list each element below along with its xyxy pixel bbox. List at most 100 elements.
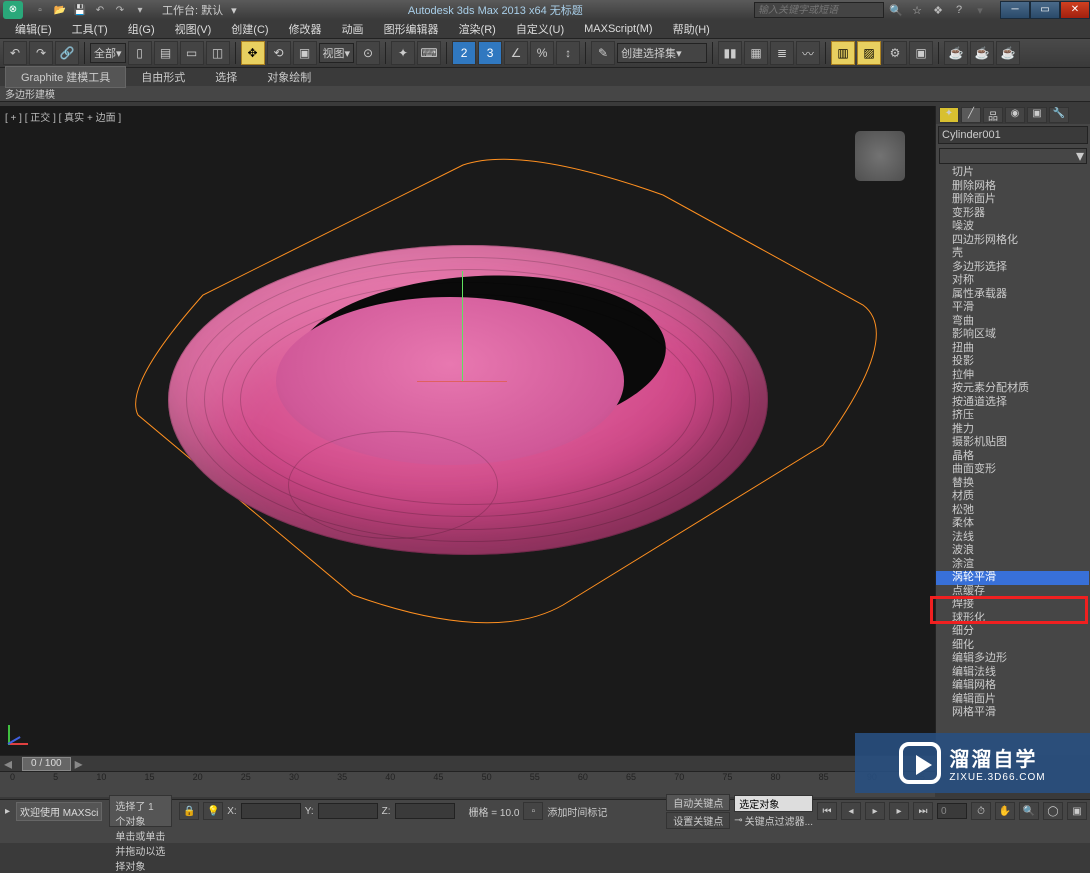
render-setup-button[interactable]: ⚙ bbox=[883, 41, 907, 65]
angle-snap-button[interactable]: ∠ bbox=[504, 41, 528, 65]
mirror-button[interactable]: ▮▮ bbox=[718, 41, 742, 65]
modifier-item[interactable]: 对称 bbox=[936, 274, 1089, 288]
modifier-item[interactable]: 摄影机贴图 bbox=[936, 436, 1089, 450]
zoom-icon[interactable]: 🔍 bbox=[1019, 802, 1039, 820]
viewport-label[interactable]: [ + ] [ 正交 ] [ 真实 + 边面 ] bbox=[5, 109, 121, 124]
qat-dropdown-icon[interactable]: ▾ bbox=[131, 2, 149, 18]
menu-animation[interactable]: 动画 bbox=[332, 21, 374, 37]
menu-rendering[interactable]: 渲染(R) bbox=[449, 21, 506, 37]
named-sel-edit-button[interactable]: ✎ bbox=[591, 41, 615, 65]
time-slider[interactable]: ◂ 0 / 100 ▸ bbox=[0, 755, 935, 771]
ribbon-tab-objectpaint[interactable]: 对象绘制 bbox=[252, 67, 326, 87]
workspace-label[interactable]: 工作台: 默认 bbox=[162, 2, 223, 18]
gizmo-y-axis[interactable] bbox=[462, 271, 463, 381]
time-config-icon[interactable]: ⏱ bbox=[971, 802, 991, 820]
close-button[interactable]: ✕ bbox=[1060, 1, 1090, 19]
menu-customize[interactable]: 自定义(U) bbox=[506, 21, 574, 37]
modifier-item[interactable]: 扭曲 bbox=[936, 342, 1089, 356]
track-bar[interactable]: 05101520253035404550556065707580859095 bbox=[0, 771, 935, 797]
x-coord-input[interactable] bbox=[241, 803, 301, 819]
modifier-item[interactable]: 替换 bbox=[936, 477, 1089, 491]
redo-button[interactable]: ↷ bbox=[29, 41, 53, 65]
render-button[interactable]: ☕ bbox=[996, 41, 1020, 65]
addtime-icon[interactable]: ▫ bbox=[523, 802, 543, 820]
modifier-item[interactable]: 晶格 bbox=[936, 450, 1089, 464]
undo-icon[interactable]: ↶ bbox=[91, 2, 109, 18]
y-coord-input[interactable] bbox=[318, 803, 378, 819]
key-icon[interactable]: ⊸ bbox=[734, 815, 742, 826]
isolate-icon[interactable]: 💡 bbox=[203, 802, 223, 820]
modifier-item[interactable]: 编辑面片 bbox=[936, 693, 1089, 707]
menu-edit[interactable]: 编辑(E) bbox=[5, 21, 62, 37]
menu-tools[interactable]: 工具(T) bbox=[62, 21, 118, 37]
modifier-item[interactable]: 多边形选择 bbox=[936, 261, 1089, 275]
modifier-item[interactable]: 拉伸 bbox=[936, 369, 1089, 383]
ribbon-tab-graphite[interactable]: Graphite 建模工具 bbox=[5, 66, 126, 88]
viewport[interactable]: [ + ] [ 正交 ] [ 真实 + 边面 ] bbox=[0, 106, 935, 755]
maximize-viewport-icon[interactable]: ▣ bbox=[1067, 802, 1087, 820]
render-production-button[interactable]: ☕ bbox=[944, 41, 968, 65]
modifier-item[interactable]: 切片 bbox=[936, 166, 1089, 180]
modifier-item[interactable]: 四边形网格化 bbox=[936, 234, 1089, 248]
modifier-item[interactable]: 按通道选择 bbox=[936, 396, 1089, 410]
help-icon[interactable]: ? bbox=[950, 2, 968, 18]
addtime-label[interactable]: 添加时间标记 bbox=[547, 804, 607, 819]
goto-start-icon[interactable]: ⏮ bbox=[817, 802, 837, 820]
named-selection-set[interactable]: 创建选择集 ▾ bbox=[617, 43, 707, 63]
schematic-view-button[interactable]: ▥ bbox=[831, 41, 855, 65]
modifier-item[interactable]: 弯曲 bbox=[936, 315, 1089, 329]
menu-help[interactable]: 帮助(H) bbox=[663, 21, 720, 37]
search-input[interactable] bbox=[754, 2, 884, 18]
modifier-item[interactable]: 涡轮平滑 bbox=[936, 571, 1089, 585]
utilities-tab-icon[interactable]: 🔧 bbox=[1049, 107, 1069, 123]
select-move-button[interactable]: ✥ bbox=[241, 41, 265, 65]
script-toggle-icon[interactable]: ▸ bbox=[5, 806, 10, 817]
modifier-item[interactable]: 推力 bbox=[936, 423, 1089, 437]
select-button[interactable]: ▯ bbox=[128, 41, 152, 65]
modifier-item[interactable]: 属性承载器 bbox=[936, 288, 1089, 302]
menu-create[interactable]: 创建(C) bbox=[221, 21, 278, 37]
menu-grapheditors[interactable]: 图形编辑器 bbox=[374, 21, 449, 37]
modifier-item[interactable]: 投影 bbox=[936, 355, 1089, 369]
modifier-item[interactable]: 法线 bbox=[936, 531, 1089, 545]
window-crossing-button[interactable]: ◫ bbox=[206, 41, 230, 65]
time-slider-thumb[interactable]: 0 / 100 bbox=[22, 757, 71, 771]
ribbon-tab-freeform[interactable]: 自由形式 bbox=[126, 67, 200, 87]
autokey-button[interactable]: 自动关键点 bbox=[666, 794, 730, 811]
link-button[interactable]: 🔗 bbox=[55, 41, 79, 65]
comm-icon[interactable]: ❖ bbox=[929, 2, 947, 18]
modifier-item[interactable]: 编辑法线 bbox=[936, 666, 1089, 680]
modifier-item[interactable]: 松弛 bbox=[936, 504, 1089, 518]
material-editor-button[interactable]: ▨ bbox=[857, 41, 881, 65]
app-icon[interactable]: ⊗ bbox=[3, 1, 23, 19]
keyfilter-button[interactable]: 关键点过滤器... bbox=[745, 813, 813, 828]
minimize-button[interactable]: ─ bbox=[1000, 1, 1030, 19]
ribbon-panel-label[interactable]: 多边形建模 bbox=[0, 86, 1090, 102]
modifier-item[interactable]: 细分 bbox=[936, 625, 1089, 639]
lock-icon[interactable]: 🔒 bbox=[179, 802, 199, 820]
region-select-button[interactable]: ▭ bbox=[180, 41, 204, 65]
select-name-button[interactable]: ▤ bbox=[154, 41, 178, 65]
select-rotate-button[interactable]: ⟲ bbox=[267, 41, 291, 65]
align-button[interactable]: ▦ bbox=[744, 41, 768, 65]
current-frame-input[interactable]: 0 bbox=[937, 803, 967, 819]
modifier-item[interactable]: 球形化 bbox=[936, 612, 1089, 626]
gizmo-x-axis[interactable] bbox=[417, 381, 507, 382]
pivot-button[interactable]: ⊙ bbox=[356, 41, 380, 65]
menu-maxscript[interactable]: MAXScript(M) bbox=[574, 23, 662, 35]
prev-frame-icon[interactable]: ◂ bbox=[841, 802, 861, 820]
select-scale-button[interactable]: ▣ bbox=[293, 41, 317, 65]
keymode-dropdown[interactable]: 选定对象 bbox=[734, 795, 813, 812]
modifier-list-dropdown[interactable]: ▾ bbox=[939, 148, 1087, 164]
setkey-button[interactable]: 设置关键点 bbox=[666, 812, 730, 829]
modifier-item[interactable]: 材质 bbox=[936, 490, 1089, 504]
menu-group[interactable]: 组(G) bbox=[118, 21, 165, 37]
ref-coord-system[interactable]: 视图 ▾ bbox=[319, 43, 355, 63]
modifier-item[interactable]: 变形器 bbox=[936, 207, 1089, 221]
modifier-item[interactable]: 编辑多边形 bbox=[936, 652, 1089, 666]
open-icon[interactable]: 📂 bbox=[51, 2, 69, 18]
modifier-item[interactable]: 点缓存 bbox=[936, 585, 1089, 599]
modifier-item[interactable]: 波浪 bbox=[936, 544, 1089, 558]
modifier-item[interactable]: 按元素分配材质 bbox=[936, 382, 1089, 396]
modifier-item[interactable]: 编辑网格 bbox=[936, 679, 1089, 693]
